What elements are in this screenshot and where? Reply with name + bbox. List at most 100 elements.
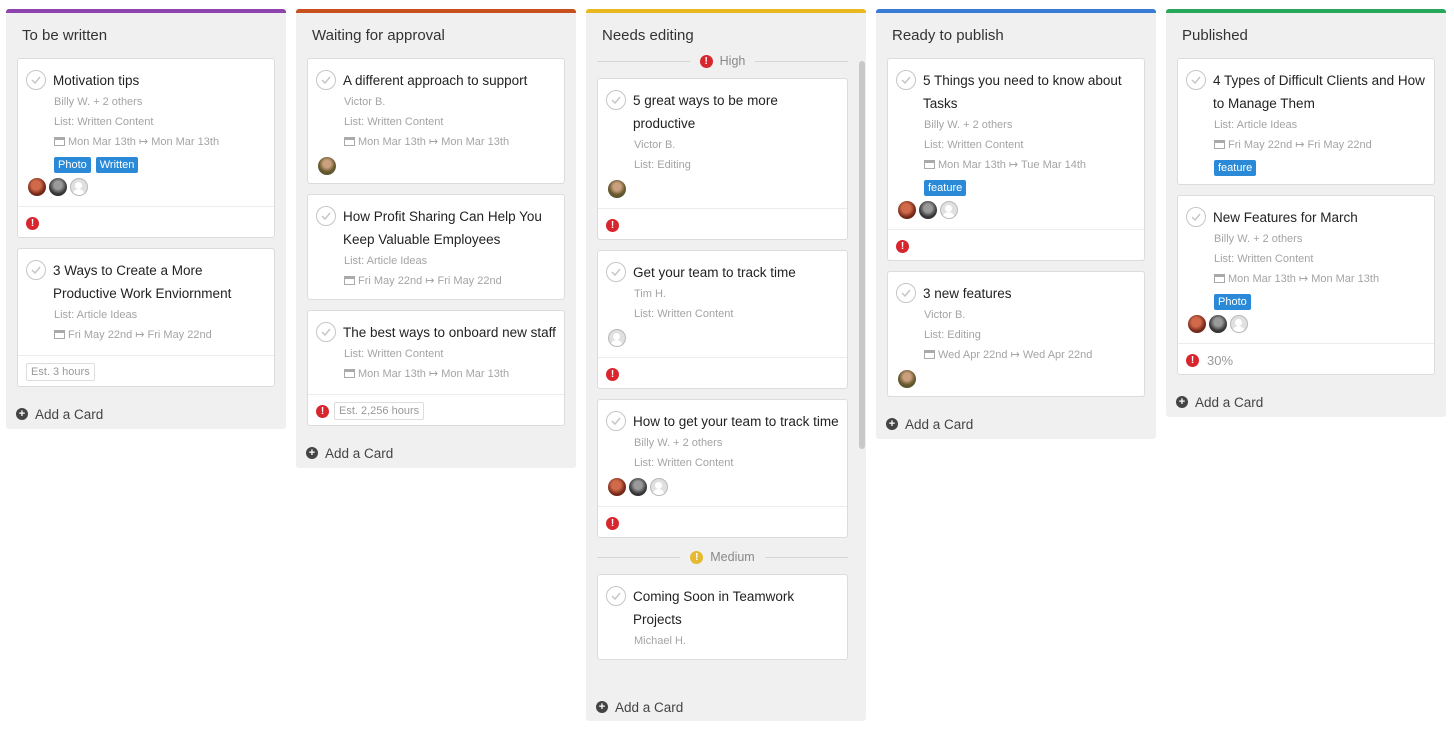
- plus-icon: +: [596, 701, 608, 713]
- task-card[interactable]: How Profit Sharing Can Help You Keep Val…: [307, 194, 565, 300]
- task-assignees: Tim H.: [634, 288, 666, 300]
- column-ready-to-publish: Ready to publish 5 Things you need to kn…: [876, 9, 1156, 439]
- complete-check-icon[interactable]: [316, 70, 336, 90]
- task-card[interactable]: Motivation tips Billy W. + 2 others List…: [17, 58, 275, 238]
- task-dates: Mon Mar 13th ↦ Mon Mar 13th: [344, 132, 556, 152]
- task-card[interactable]: 4 Types of Difficult Clients and How to …: [1177, 58, 1435, 185]
- task-card[interactable]: A different approach to support Victor B…: [307, 58, 565, 184]
- task-dates: Fri May 22nd ↦ Fri May 22nd: [344, 271, 556, 291]
- calendar-icon: [924, 160, 935, 169]
- task-title[interactable]: 3 new features: [923, 282, 1012, 305]
- task-assignees: Victor B.: [634, 139, 676, 151]
- task-card[interactable]: Get your team to track time Tim H. List:…: [597, 250, 848, 389]
- avatar: [940, 201, 958, 219]
- tag-badge[interactable]: Photo: [54, 157, 91, 173]
- scrollbar[interactable]: [859, 61, 865, 449]
- tag-badge[interactable]: feature: [924, 180, 967, 196]
- add-card-button[interactable]: + Add a Card: [586, 688, 866, 722]
- task-card[interactable]: 5 great ways to be more productive Victo…: [597, 78, 848, 240]
- task-title[interactable]: 5 Things you need to know about Tasks: [923, 69, 1136, 115]
- task-title[interactable]: Get your team to track time: [633, 261, 796, 284]
- task-card[interactable]: New Features for March Billy W. + 2 othe…: [1177, 195, 1435, 375]
- avatar: [629, 478, 647, 496]
- add-card-button[interactable]: + Add a Card: [876, 407, 1156, 439]
- column-title: Published: [1182, 27, 1248, 44]
- assignee-avatars: [898, 201, 1136, 219]
- task-title[interactable]: How to get your team to track time: [633, 410, 839, 433]
- avatar: [1209, 315, 1227, 333]
- column-title: Needs editing: [602, 27, 694, 44]
- task-dates: Mon Mar 13th ↦ Tue Mar 14th: [924, 155, 1136, 175]
- task-title[interactable]: 3 Ways to Create a More Productive Work …: [53, 259, 266, 305]
- complete-check-icon[interactable]: [1186, 207, 1206, 227]
- task-list: List: Written Content: [344, 348, 444, 360]
- calendar-icon: [344, 369, 355, 378]
- priority-group-high: ! High: [597, 52, 848, 70]
- tag-badge[interactable]: feature: [1214, 160, 1257, 176]
- column-title: To be written: [22, 27, 108, 44]
- task-list: List: Article Ideas: [344, 255, 428, 267]
- complete-check-icon[interactable]: [896, 283, 916, 303]
- priority-high-icon: !: [606, 218, 619, 232]
- priority-high-icon: !: [606, 516, 619, 530]
- task-dates: Fri May 22nd ↦ Fri May 22nd: [54, 325, 266, 345]
- complete-check-icon[interactable]: [606, 586, 626, 606]
- complete-check-icon[interactable]: [606, 411, 626, 431]
- task-title[interactable]: 5 great ways to be more productive: [633, 89, 839, 135]
- task-list: List: Editing: [924, 329, 981, 341]
- task-title[interactable]: The best ways to onboard new staff: [343, 321, 556, 344]
- avatar: [898, 201, 916, 219]
- assignee-avatars: [608, 329, 839, 347]
- complete-check-icon[interactable]: [316, 206, 336, 226]
- tag-badge[interactable]: Written: [95, 157, 139, 173]
- avatar: [318, 157, 336, 175]
- task-title[interactable]: 4 Types of Difficult Clients and How to …: [1213, 69, 1426, 115]
- avatar: [1188, 315, 1206, 333]
- task-card[interactable]: The best ways to onboard new staff List:…: [307, 310, 565, 426]
- complete-check-icon[interactable]: [316, 322, 336, 342]
- task-assignees: Victor B.: [924, 309, 966, 321]
- task-dates: Mon Mar 13th ↦ Mon Mar 13th: [54, 132, 266, 152]
- task-title[interactable]: How Profit Sharing Can Help You Keep Val…: [343, 205, 556, 251]
- priority-medium-icon: !: [690, 550, 704, 564]
- assignee-avatars: [608, 180, 839, 198]
- tag-badge[interactable]: Photo: [1214, 294, 1251, 310]
- complete-check-icon[interactable]: [896, 70, 916, 90]
- priority-group-medium: ! Medium: [597, 548, 848, 566]
- task-list: List: Editing: [634, 159, 691, 171]
- add-card-button[interactable]: + Add a Card: [6, 397, 286, 429]
- complete-check-icon[interactable]: [606, 262, 626, 282]
- task-card[interactable]: 5 Things you need to know about Tasks Bi…: [887, 58, 1145, 261]
- avatar: [28, 178, 46, 196]
- add-card-button[interactable]: + Add a Card: [296, 436, 576, 468]
- task-title[interactable]: A different approach to support: [343, 69, 527, 92]
- complete-check-icon[interactable]: [606, 90, 626, 110]
- task-card[interactable]: 3 new features Victor B. List: Editing W…: [887, 271, 1145, 397]
- task-assignees: Billy W. + 2 others: [924, 119, 1013, 131]
- priority-high-icon: !: [1186, 353, 1199, 367]
- assignee-avatars: [318, 157, 556, 175]
- column-needs-editing: Needs editing ! High 5 great ways to be m…: [586, 9, 866, 721]
- task-title[interactable]: Motivation tips: [53, 69, 139, 92]
- task-dates: Mon Mar 13th ↦ Mon Mar 13th: [1214, 269, 1426, 289]
- task-list: List: Written Content: [54, 116, 154, 128]
- task-card[interactable]: How to get your team to track time Billy…: [597, 399, 848, 538]
- avatar: [608, 329, 626, 347]
- task-list: List: Written Content: [344, 116, 444, 128]
- complete-check-icon[interactable]: [26, 260, 46, 280]
- complete-check-icon[interactable]: [1186, 70, 1206, 90]
- add-card-button[interactable]: + Add a Card: [1166, 385, 1446, 417]
- task-card[interactable]: Coming Soon in Teamwork Projects Michael…: [597, 574, 848, 660]
- column-title: Ready to publish: [892, 27, 1004, 44]
- assignee-avatars: [898, 370, 1136, 388]
- task-dates: Fri May 22nd ↦ Fri May 22nd: [1214, 135, 1426, 155]
- task-card[interactable]: 3 Ways to Create a More Productive Work …: [17, 248, 275, 387]
- task-title[interactable]: Coming Soon in Teamwork Projects: [633, 585, 839, 631]
- task-assignees: Victor B.: [344, 96, 386, 108]
- avatar: [1230, 315, 1248, 333]
- task-title[interactable]: New Features for March: [1213, 206, 1358, 229]
- task-dates: Wed Apr 22nd ↦ Wed Apr 22nd: [924, 345, 1136, 365]
- task-list: List: Written Content: [1214, 253, 1314, 265]
- complete-check-icon[interactable]: [26, 70, 46, 90]
- calendar-icon: [924, 350, 935, 359]
